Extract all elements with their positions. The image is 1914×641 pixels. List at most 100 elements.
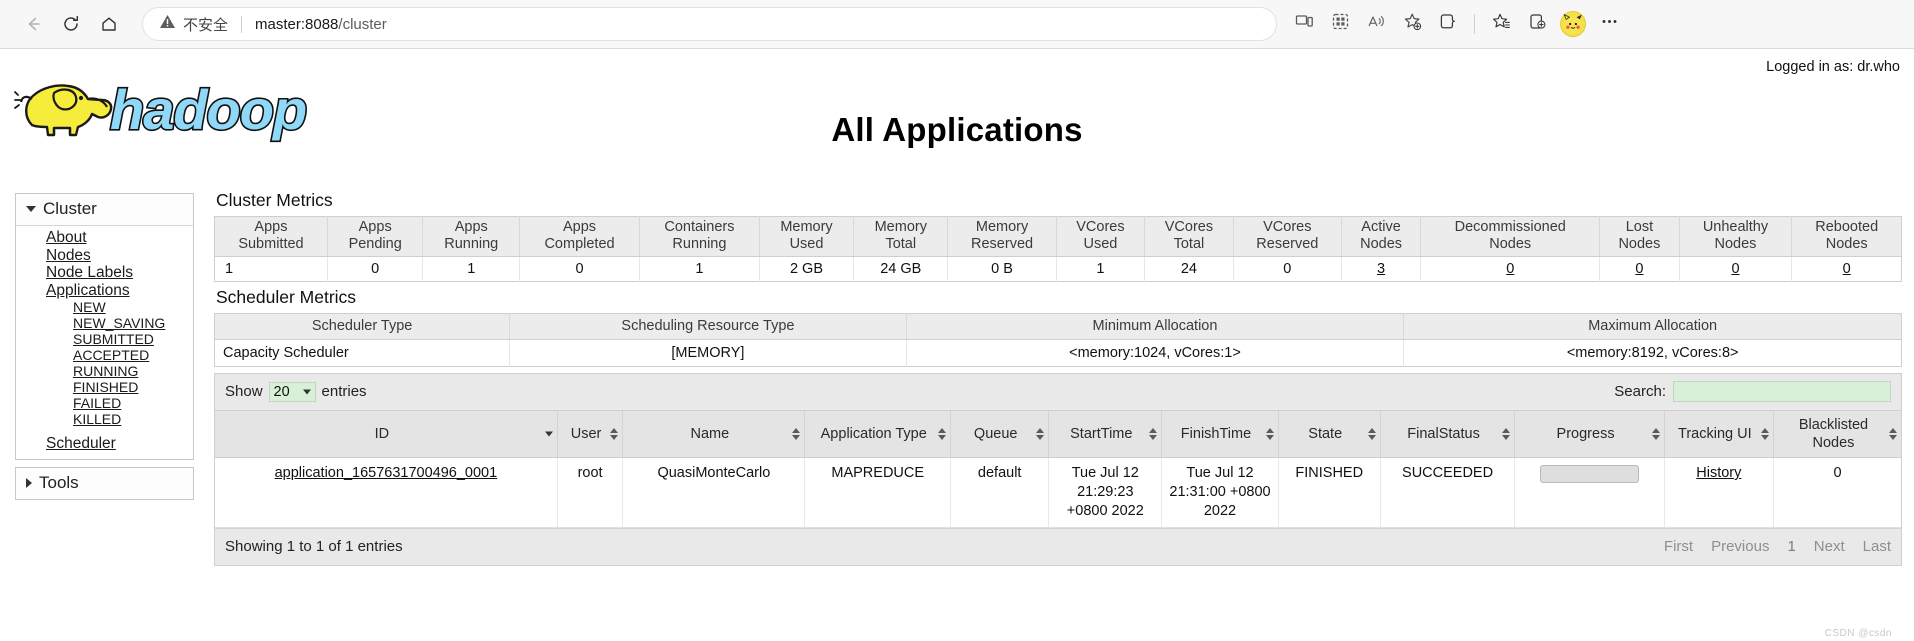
col-queue[interactable]: Queue [950, 410, 1050, 458]
sidebar-item-state-failed[interactable]: FAILED [16, 395, 193, 411]
sidebar-item-state-new[interactable]: NEW [16, 299, 193, 315]
sidebar-section-tools-label: Tools [39, 472, 79, 492]
split-screen-button[interactable] [1323, 7, 1357, 41]
col-progress[interactable]: Progress [1514, 410, 1665, 458]
cast-device-icon [1295, 12, 1314, 36]
col-starttime[interactable]: StartTime [1048, 410, 1163, 458]
settings-more-button[interactable] [1592, 7, 1626, 41]
cast-device-button[interactable] [1287, 7, 1321, 41]
warning-icon [159, 13, 176, 35]
omnibox-divider [241, 15, 243, 33]
add-favorite-button[interactable] [1395, 7, 1429, 41]
pagination-previous[interactable]: Previous [1711, 538, 1769, 555]
tab-actions-icon [1528, 12, 1547, 36]
col-memory-reserved[interactable]: Memory Reserved [947, 216, 1057, 257]
val-lost-nodes: 0 [1599, 256, 1680, 282]
reload-icon [61, 14, 81, 34]
sidebar-item-state-accepted[interactable]: ACCEPTED [16, 347, 193, 363]
sidebar-item-state-killed[interactable]: KILLED [16, 411, 193, 427]
col-application-type[interactable]: Application Type [804, 410, 952, 458]
pagination-next[interactable]: Next [1814, 538, 1845, 555]
sidebar-section-cluster[interactable]: Cluster [16, 194, 193, 226]
sidebar-item-scheduler[interactable]: Scheduler [16, 435, 193, 453]
col-apps-pending[interactable]: Apps Pending [327, 216, 424, 257]
favorites-icon [1492, 12, 1511, 36]
val-decommissioned-nodes: 0 [1420, 256, 1601, 282]
sidebar-item-state-new-saving[interactable]: NEW_SAVING [16, 315, 193, 331]
read-aloud-button[interactable] [1359, 7, 1393, 41]
applications-table: ID User Name Application Type Queue Star… [215, 410, 1901, 528]
col-name[interactable]: Name [622, 410, 806, 458]
cell-progress [1514, 457, 1665, 528]
rebooted-nodes-link[interactable]: 0 [1843, 261, 1851, 277]
decommissioned-nodes-link[interactable]: 0 [1506, 261, 1514, 277]
col-blacklisted-nodes[interactable]: Blacklisted Nodes [1773, 410, 1901, 458]
col-unhealthy-nodes[interactable]: Unhealthy Nodes [1679, 216, 1793, 257]
col-apps-submitted[interactable]: Apps Submitted [214, 216, 328, 257]
col-rebooted-nodes[interactable]: Rebooted Nodes [1791, 216, 1902, 257]
application-id-link[interactable]: application_1657631700496_0001 [275, 465, 498, 481]
chevron-down-icon [26, 206, 36, 212]
pagination-page-1[interactable]: 1 [1787, 538, 1795, 555]
datatable-footer: Showing 1 to 1 of 1 entries First Previo… [215, 528, 1901, 565]
url-path: /cluster [338, 15, 387, 33]
active-nodes-link[interactable]: 3 [1377, 261, 1385, 277]
sidebar-item-state-running[interactable]: RUNNING [16, 363, 193, 379]
col-scheduling-resource-type[interactable]: Scheduling Resource Type [509, 313, 907, 340]
scheduler-metrics-table: Scheduler Type Scheduling Resource Type … [214, 313, 1902, 367]
sort-indicator-icon [1889, 428, 1897, 440]
cell-name: QuasiMonteCarlo [622, 457, 806, 528]
datatable-controls: Show 20 40 60 80 100 entries Se [215, 374, 1901, 410]
col-vcores-reserved[interactable]: VCores Reserved [1233, 216, 1342, 257]
sidebar-item-state-submitted[interactable]: SUBMITTED [16, 331, 193, 347]
col-label: Blacklisted Nodes [1798, 417, 1869, 451]
back-button[interactable] [14, 5, 52, 43]
collections-button[interactable] [1431, 7, 1465, 41]
col-line2: Total [1173, 236, 1205, 252]
col-lost-nodes[interactable]: Lost Nodes [1599, 216, 1680, 257]
pagination-first[interactable]: First [1664, 538, 1693, 555]
col-scheduler-type[interactable]: Scheduler Type [214, 313, 511, 340]
col-memory-total[interactable]: Memory Total [853, 216, 949, 257]
col-finishtime[interactable]: FinishTime [1161, 410, 1279, 458]
col-decommissioned-nodes[interactable]: Decommissioned Nodes [1420, 216, 1601, 257]
sidebar-item-applications[interactable]: Applications [16, 282, 193, 300]
col-apps-completed[interactable]: Apps Completed [519, 216, 640, 257]
col-finalstatus[interactable]: FinalStatus [1380, 410, 1516, 458]
col-user[interactable]: User [557, 410, 624, 458]
profile-button[interactable] [1556, 7, 1590, 41]
col-state[interactable]: State [1278, 410, 1381, 458]
tracking-ui-link[interactable]: History [1696, 465, 1741, 481]
page-length-select[interactable]: 20 40 60 80 100 [268, 381, 316, 402]
security-chip[interactable]: 不安全 [159, 13, 228, 35]
col-id[interactable]: ID [215, 410, 558, 458]
col-label: FinishTime [1180, 426, 1252, 442]
sidebar-item-about[interactable]: About [16, 229, 193, 247]
col-containers-running[interactable]: Containers Running [639, 216, 760, 257]
sidebar-item-node-labels[interactable]: Node Labels [16, 264, 193, 282]
pagination-last[interactable]: Last [1863, 538, 1891, 555]
address-bar[interactable]: 不安全 master:8088/cluster [142, 7, 1277, 41]
sidebar-item-state-finished[interactable]: FINISHED [16, 379, 193, 395]
col-minimum-allocation[interactable]: Minimum Allocation [906, 313, 1405, 340]
col-maximum-allocation[interactable]: Maximum Allocation [1403, 313, 1902, 340]
col-apps-running[interactable]: Apps Running [422, 216, 521, 257]
sidebar-item-nodes[interactable]: Nodes [16, 247, 193, 265]
tab-actions-button[interactable] [1520, 7, 1554, 41]
lost-nodes-link[interactable]: 0 [1635, 261, 1643, 277]
val-minimum-allocation: <memory:1024, vCores:1> [906, 339, 1405, 367]
col-active-nodes[interactable]: Active Nodes [1341, 216, 1422, 257]
val-apps-completed: 0 [519, 256, 640, 282]
col-vcores-used[interactable]: VCores Used [1056, 216, 1146, 257]
search-input[interactable] [1673, 381, 1891, 402]
unhealthy-nodes-link[interactable]: 0 [1731, 261, 1739, 277]
col-tracking-ui[interactable]: Tracking UI [1664, 410, 1774, 458]
reload-button[interactable] [52, 5, 90, 43]
col-line2: Completed [544, 236, 615, 252]
col-memory-used[interactable]: Memory Used [759, 216, 855, 257]
col-vcores-total[interactable]: VCores Total [1144, 216, 1234, 257]
favorites-button[interactable] [1484, 7, 1518, 41]
sidebar-section-tools[interactable]: Tools [16, 467, 193, 499]
home-button[interactable] [90, 5, 128, 43]
main-content: Cluster Metrics Apps Submitted Apps Pendin… [214, 190, 1902, 566]
